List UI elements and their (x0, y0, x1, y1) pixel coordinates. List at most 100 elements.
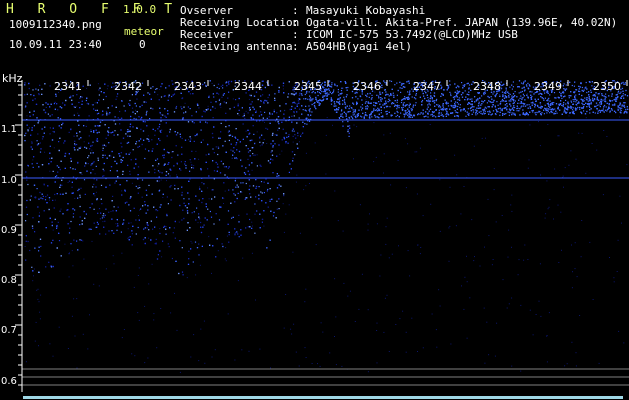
signal-dot (62, 213, 64, 215)
signal-dot (283, 136, 285, 139)
signal-dot (96, 102, 98, 104)
signal-dot (263, 210, 265, 212)
signal-dot (274, 134, 276, 136)
signal-dot (471, 113, 473, 115)
signal-dot (368, 96, 370, 98)
signal-dot (30, 94, 32, 96)
signal-dot (438, 111, 440, 114)
signal-dot (464, 90, 466, 92)
signal-dot (342, 99, 344, 102)
signal-dot (145, 189, 147, 191)
signal-dot (175, 107, 177, 109)
signal-dot (156, 258, 159, 260)
signal-dot (159, 111, 161, 114)
signal-dot (461, 82, 463, 84)
signal-dot (467, 103, 469, 105)
signal-dot (534, 106, 536, 108)
signal-dot (404, 86, 406, 88)
signal-dot (373, 104, 375, 106)
signal-dot (76, 94, 78, 96)
signal-dot (49, 152, 51, 154)
signal-dot (594, 112, 596, 114)
signal-dot (518, 80, 521, 82)
signal-dot (94, 109, 97, 111)
signal-dot (45, 196, 47, 198)
signal-dot (349, 110, 351, 112)
signal-dot (204, 217, 206, 219)
signal-dot (311, 111, 313, 113)
signal-dot (85, 125, 87, 127)
signal-dot (101, 217, 103, 219)
signal-dot (541, 97, 543, 99)
signal-dot (141, 143, 143, 146)
signal-dot (276, 155, 278, 157)
signal-dot (437, 104, 439, 106)
signal-dot (347, 86, 349, 89)
signal-dot (59, 118, 62, 120)
signal-dot (27, 130, 29, 132)
signal-dot (419, 96, 421, 98)
signal-dot (348, 107, 350, 110)
signal-dot (289, 163, 291, 165)
signal-dot (195, 195, 197, 197)
signal-dot (504, 95, 506, 97)
signal-dot (27, 164, 29, 166)
signal-dot (574, 81, 576, 83)
signal-dot (117, 223, 119, 225)
signal-dot (152, 108, 154, 110)
signal-dot (188, 250, 190, 252)
signal-dot (278, 91, 280, 93)
signal-dot (232, 216, 234, 218)
signal-dot (247, 158, 249, 160)
signal-dot (238, 109, 240, 111)
signal-dot (481, 103, 483, 105)
signal-dot (232, 150, 234, 152)
signal-dot (462, 92, 464, 94)
signal-dot (144, 201, 146, 203)
signal-dot (117, 93, 119, 95)
signal-dot (274, 93, 276, 95)
signal-dot (531, 91, 533, 93)
signal-dot (247, 151, 250, 153)
signal-dot (588, 102, 590, 105)
signal-dot (129, 152, 131, 154)
signal-dot (219, 137, 221, 139)
signal-dot (104, 124, 106, 126)
signal-dot (274, 120, 277, 122)
signal-dot (206, 219, 208, 221)
signal-dot (74, 209, 76, 211)
signal-dot (525, 113, 527, 115)
signal-dot (113, 156, 115, 158)
signal-dot (235, 128, 237, 130)
signal-dot (287, 142, 289, 144)
signal-dot (214, 107, 216, 109)
signal-dot (588, 96, 590, 98)
signal-dot (41, 88, 43, 90)
signal-dot (592, 99, 594, 101)
signal-dot (119, 123, 121, 125)
signal-dot (25, 220, 27, 222)
signal-dot (284, 109, 286, 112)
signal-dot (563, 88, 565, 90)
signal-dot (458, 97, 460, 99)
signal-dot (614, 103, 616, 105)
signal-dot (158, 99, 160, 101)
signal-dot (168, 94, 170, 96)
signal-dot (460, 109, 462, 111)
signal-dot (512, 97, 514, 99)
signal-dot (212, 245, 214, 247)
signal-dot (108, 131, 110, 134)
signal-dot (476, 110, 478, 112)
signal-dot (565, 112, 567, 114)
signal-dot (546, 99, 548, 102)
signal-dot (282, 85, 284, 87)
signal-dot (76, 143, 78, 146)
signal-dot (625, 89, 627, 92)
signal-dot (228, 139, 230, 142)
signal-dot (143, 94, 145, 96)
signal-dot (105, 137, 107, 139)
signal-dot (386, 110, 388, 112)
signal-dot (72, 216, 74, 218)
signal-dot (460, 94, 463, 96)
signal-dot (617, 106, 619, 108)
